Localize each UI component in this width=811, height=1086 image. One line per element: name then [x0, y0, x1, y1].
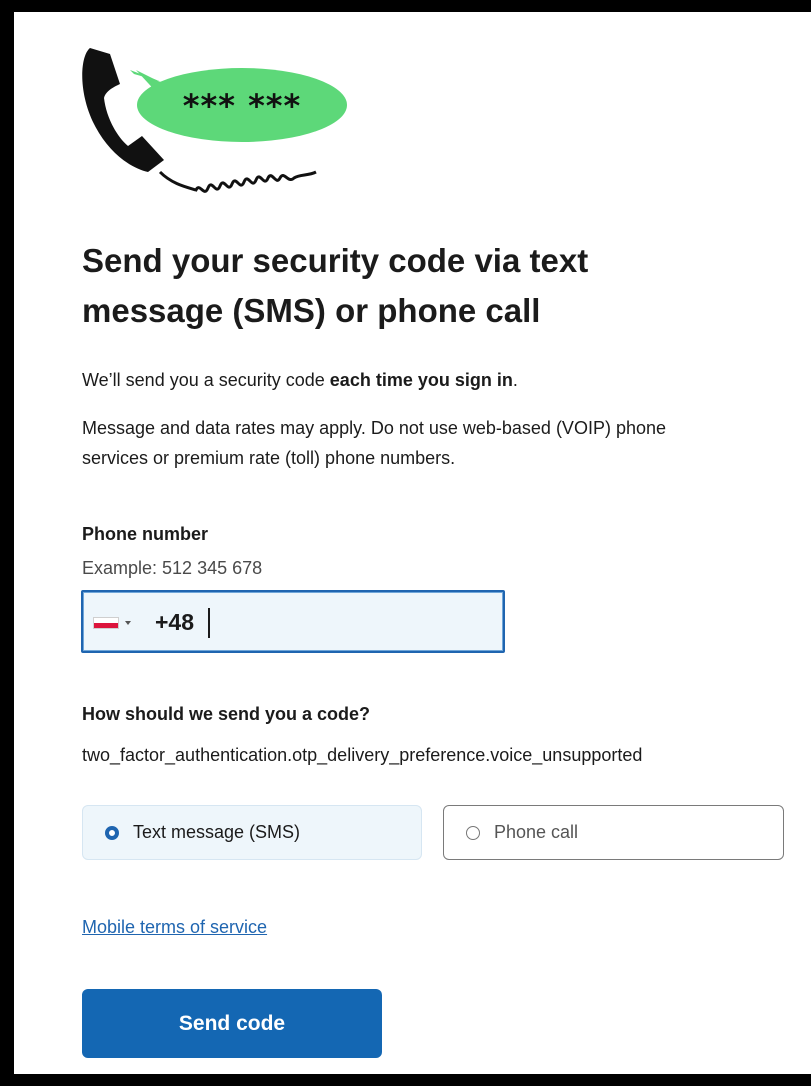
radio-selected-icon[interactable]	[105, 825, 119, 840]
phone-number-field[interactable]: +48	[81, 590, 505, 653]
delivery-method-label: How should we send you a code?	[82, 704, 371, 724]
text-cursor	[208, 608, 210, 638]
radio-unselected-icon[interactable]	[466, 825, 480, 840]
phone-call-option-label: Phone call	[494, 822, 579, 842]
voice-unsupported-message: two_factor_authentication.otp_delivery_p…	[82, 745, 643, 765]
page: *** *** Send your security code via text…	[14, 12, 811, 1074]
masked-code: *** ***	[183, 87, 302, 125]
phone-number-label: Phone number	[82, 524, 209, 544]
flag-icon-poland	[93, 617, 119, 629]
sms-option-label: Text message (SMS)	[133, 822, 301, 842]
mobile-terms-link[interactable]: Mobile terms of service	[82, 917, 267, 938]
lead-prefix: We’ll send you a security code	[82, 370, 330, 390]
lead-text: We’ll send you a security code each time…	[82, 367, 782, 393]
phone-call-illustration: *** ***	[82, 48, 347, 193]
chevron-down-icon	[125, 621, 131, 625]
page-title: Send your security code via text message…	[82, 242, 589, 329]
phone-number-hint: Example: 512 345 678	[82, 558, 263, 578]
lead-emphasis: each time you sign in	[329, 370, 513, 390]
sms-option[interactable]: Text message (SMS)	[82, 805, 422, 860]
send-code-button[interactable]: Send code	[82, 989, 382, 1058]
rates-notice: Message and data rates may apply. Do not…	[82, 418, 666, 468]
phone-call-option[interactable]: Phone call	[443, 805, 784, 860]
coiled-cord-icon	[158, 170, 317, 193]
dial-code: +48	[155, 609, 195, 635]
country-code-dropdown[interactable]	[93, 612, 135, 634]
phone-number-input[interactable]	[205, 602, 485, 642]
lead-suffix: .	[512, 370, 518, 390]
